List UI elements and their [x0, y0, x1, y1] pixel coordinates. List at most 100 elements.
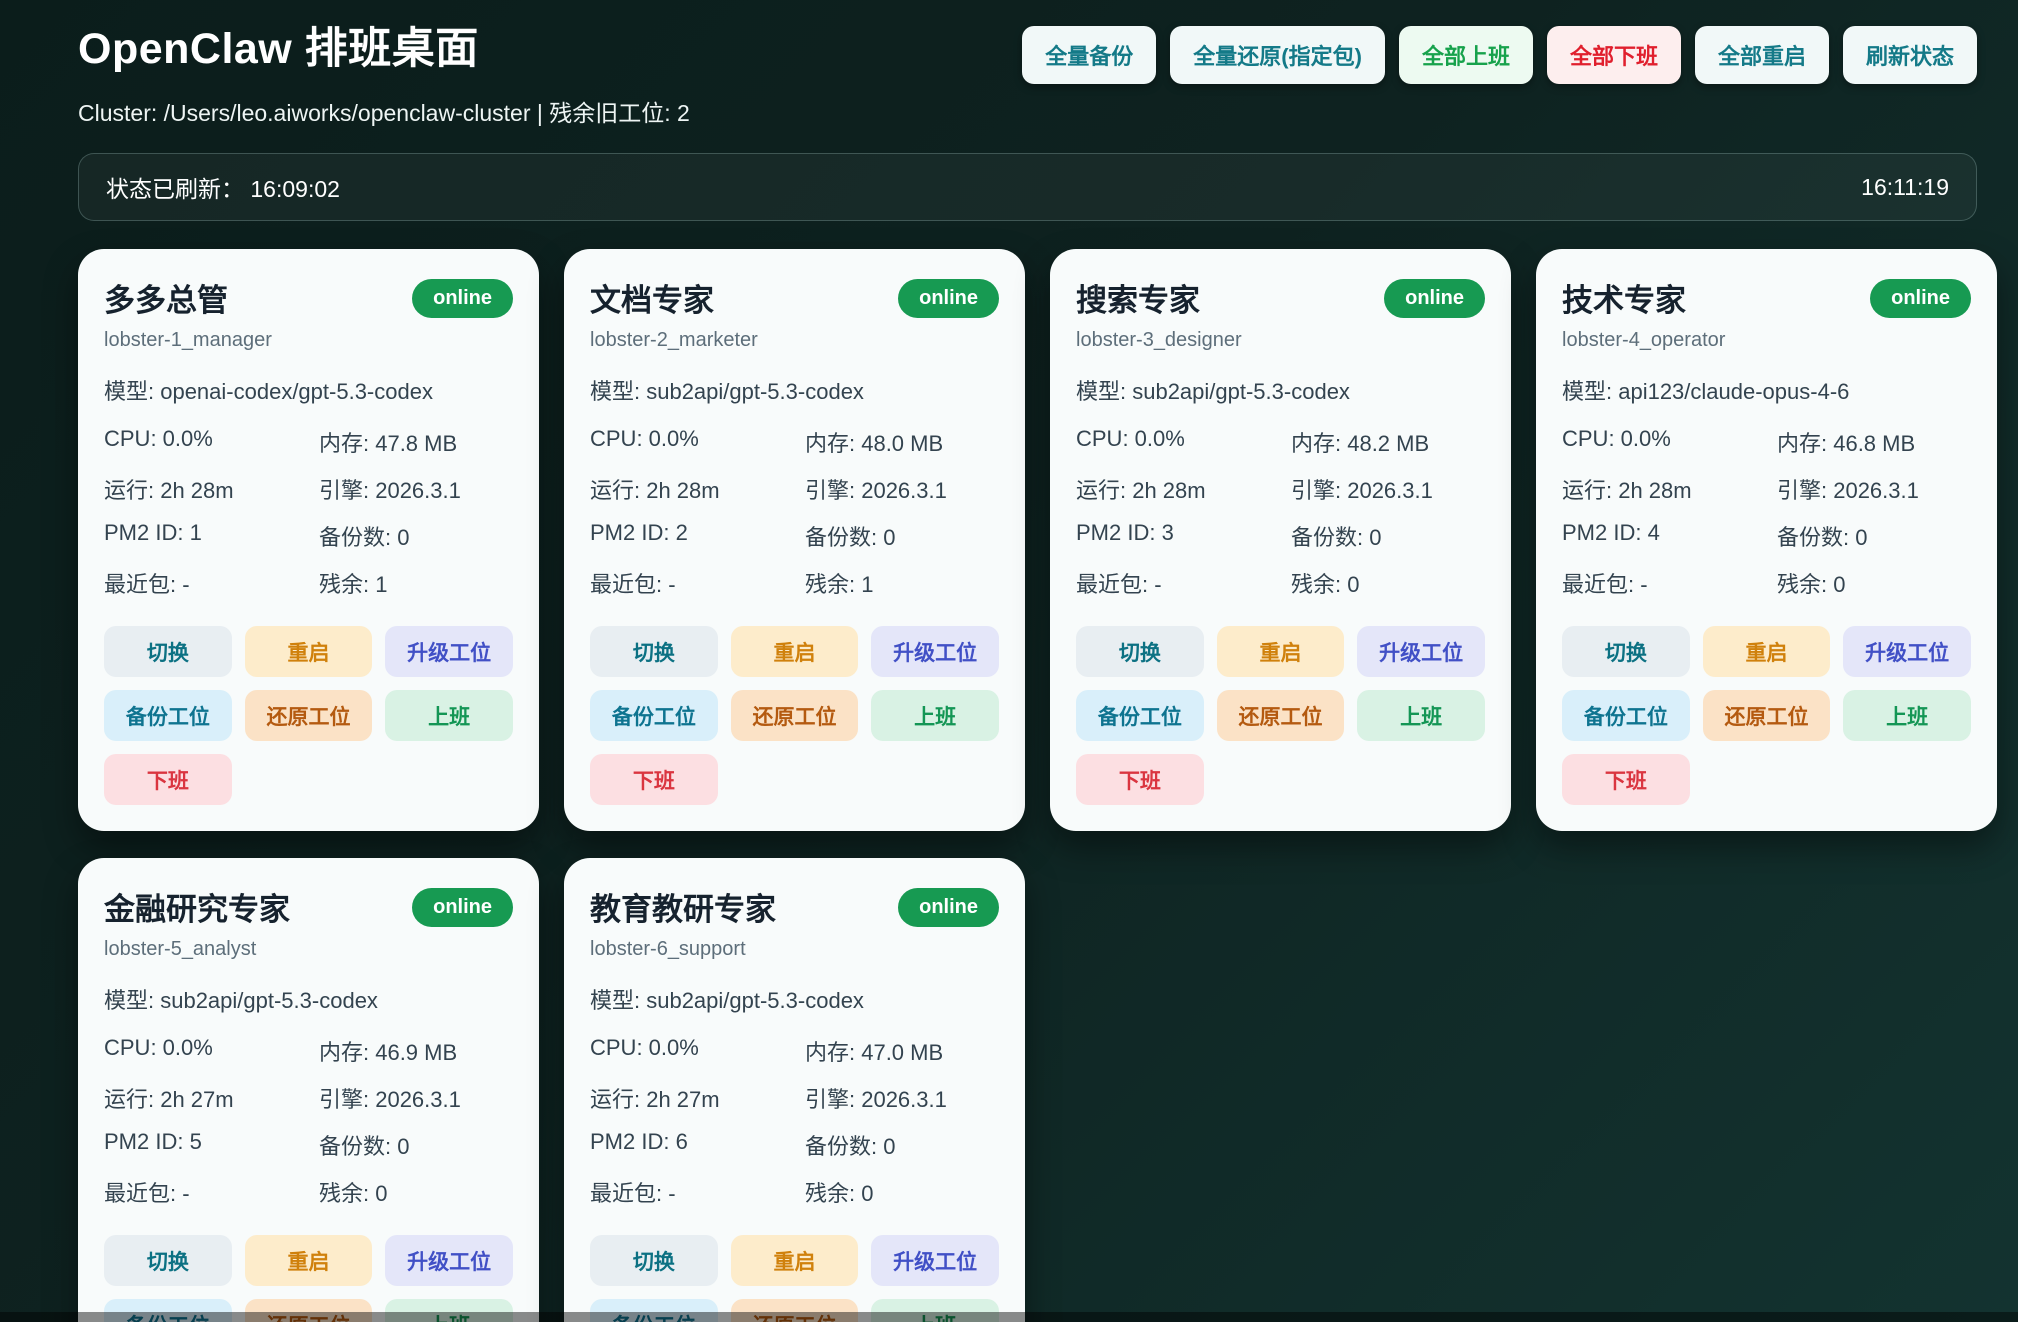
switch-button[interactable]: 切换 [1076, 626, 1204, 677]
switch-button[interactable]: 切换 [590, 626, 718, 677]
status-badge: online [898, 888, 999, 927]
stat-uptime: 运行: 2h 27m [104, 1082, 319, 1114]
stat-engine: 引擎: 2026.3.1 [319, 473, 513, 505]
stat-memory: 内存: 48.2 MB [1291, 426, 1485, 458]
page-header: OpenClaw 排班桌面 Cluster: /Users/leo.aiwork… [0, 0, 2018, 128]
stat-engine: 引擎: 2026.3.1 [1291, 473, 1485, 505]
stat-latest-package: 最近包: - [590, 567, 805, 599]
agent-stats: CPU: 0.0% 内存: 48.0 MB 运行: 2h 28m 引擎: 202… [590, 426, 999, 599]
switch-button[interactable]: 切换 [104, 626, 232, 677]
stat-uptime: 运行: 2h 27m [590, 1082, 805, 1114]
clock-in-button[interactable]: 上班 [1357, 690, 1485, 741]
restart-button[interactable]: 重启 [731, 626, 859, 677]
stat-backup-count: 备份数: 0 [1777, 520, 1971, 552]
stat-backup-count: 备份数: 0 [805, 520, 999, 552]
agent-card: 多多总管 lobster-1_manager online 模型: openai… [78, 249, 539, 831]
switch-button[interactable]: 切换 [1562, 626, 1690, 677]
restore-workstation-button[interactable]: 还原工位 [245, 690, 373, 741]
stat-memory: 内存: 46.8 MB [1777, 426, 1971, 458]
upgrade-workstation-button[interactable]: 升级工位 [385, 1235, 513, 1286]
clock-off-button[interactable]: 下班 [1076, 754, 1204, 805]
stat-uptime: 运行: 2h 28m [104, 473, 319, 505]
restore-workstation-button[interactable]: 还原工位 [1217, 690, 1345, 741]
page-title: OpenClaw 排班桌面 [78, 14, 690, 76]
restart-button[interactable]: 重启 [1703, 626, 1831, 677]
refresh-status-button[interactable]: 刷新状态 [1843, 26, 1977, 84]
agent-process-id: lobster-3_designer [1076, 329, 1242, 352]
clock-off-button[interactable]: 下班 [590, 754, 718, 805]
agent-card: 搜索专家 lobster-3_designer online 模型: sub2a… [1050, 249, 1511, 831]
stat-engine: 引擎: 2026.3.1 [805, 473, 999, 505]
upgrade-workstation-button[interactable]: 升级工位 [871, 1235, 999, 1286]
status-refreshed-text: 状态已刷新： 16:09:02 [106, 170, 340, 204]
switch-button[interactable]: 切换 [590, 1235, 718, 1286]
agent-process-id: lobster-2_marketer [590, 329, 758, 352]
agent-actions: 切换 重启 升级工位 备份工位 还原工位 上班 下班 [1076, 626, 1485, 805]
stat-backup-count: 备份数: 0 [805, 1129, 999, 1161]
status-clock: 16:11:19 [1861, 174, 1949, 201]
stat-engine: 引擎: 2026.3.1 [805, 1082, 999, 1114]
stat-cpu: CPU: 0.0% [590, 1035, 805, 1067]
all-clock-in-button[interactable]: 全部上班 [1399, 26, 1533, 84]
switch-button[interactable]: 切换 [104, 1235, 232, 1286]
restore-workstation-button[interactable]: 还原工位 [1703, 690, 1831, 741]
stat-cpu: CPU: 0.0% [1076, 426, 1291, 458]
upgrade-workstation-button[interactable]: 升级工位 [385, 626, 513, 677]
restart-button[interactable]: 重启 [245, 626, 373, 677]
full-restore-button[interactable]: 全量还原(指定包) [1170, 26, 1385, 84]
stat-backup-count: 备份数: 0 [1291, 520, 1485, 552]
restore-workstation-button[interactable]: 还原工位 [731, 690, 859, 741]
restart-button[interactable]: 重启 [245, 1235, 373, 1286]
agent-card: 教育教研专家 lobster-6_support online 模型: sub2… [564, 858, 1025, 1322]
agent-model: 模型: sub2api/gpt-5.3-codex [104, 983, 513, 1015]
backup-workstation-button[interactable]: 备份工位 [1076, 690, 1204, 741]
agent-card-titles: 文档专家 lobster-2_marketer [590, 275, 758, 352]
backup-workstation-button[interactable]: 备份工位 [1562, 690, 1690, 741]
agent-card-header: 多多总管 lobster-1_manager online [104, 275, 513, 352]
clock-in-button[interactable]: 上班 [871, 690, 999, 741]
agent-process-id: lobster-6_support [590, 938, 776, 961]
clock-off-button[interactable]: 下班 [1562, 754, 1690, 805]
clock-off-button[interactable]: 下班 [104, 754, 232, 805]
status-badge: online [1384, 279, 1485, 318]
status-badge: online [412, 279, 513, 318]
agent-card-header: 文档专家 lobster-2_marketer online [590, 275, 999, 352]
stat-remaining: 残余: 1 [319, 567, 513, 599]
agent-stats: CPU: 0.0% 内存: 46.8 MB 运行: 2h 28m 引擎: 202… [1562, 426, 1971, 599]
restart-button[interactable]: 重启 [731, 1235, 859, 1286]
upgrade-workstation-button[interactable]: 升级工位 [871, 626, 999, 677]
stat-pm2-id: PM2 ID: 3 [1076, 520, 1291, 552]
agent-stats: CPU: 0.0% 内存: 47.8 MB 运行: 2h 28m 引擎: 202… [104, 426, 513, 599]
agent-process-id: lobster-4_operator [1562, 329, 1725, 352]
stat-remaining: 残余: 0 [319, 1176, 513, 1208]
cluster-path: Cluster: /Users/leo.aiworks/openclaw-clu… [78, 94, 690, 128]
stat-backup-count: 备份数: 0 [319, 520, 513, 552]
clock-in-button[interactable]: 上班 [385, 690, 513, 741]
upgrade-workstation-button[interactable]: 升级工位 [1357, 626, 1485, 677]
stat-pm2-id: PM2 ID: 5 [104, 1129, 319, 1161]
stat-pm2-id: PM2 ID: 6 [590, 1129, 805, 1161]
upgrade-workstation-button[interactable]: 升级工位 [1843, 626, 1971, 677]
header-title-block: OpenClaw 排班桌面 Cluster: /Users/leo.aiwork… [78, 14, 690, 128]
agent-card-header: 搜索专家 lobster-3_designer online [1076, 275, 1485, 352]
clock-in-button[interactable]: 上班 [1843, 690, 1971, 741]
agent-card-titles: 金融研究专家 lobster-5_analyst [104, 884, 290, 961]
stat-cpu: CPU: 0.0% [1562, 426, 1777, 458]
agent-actions: 切换 重启 升级工位 备份工位 还原工位 上班 下班 [104, 1235, 513, 1322]
agent-actions: 切换 重启 升级工位 备份工位 还原工位 上班 下班 [590, 1235, 999, 1322]
all-clock-off-button[interactable]: 全部下班 [1547, 26, 1681, 84]
agent-model: 模型: sub2api/gpt-5.3-codex [590, 983, 999, 1015]
stat-uptime: 运行: 2h 28m [1562, 473, 1777, 505]
all-restart-button[interactable]: 全部重启 [1695, 26, 1829, 84]
status-badge: online [898, 279, 999, 318]
stat-remaining: 残余: 1 [805, 567, 999, 599]
agent-model: 模型: sub2api/gpt-5.3-codex [1076, 374, 1485, 406]
restart-button[interactable]: 重启 [1217, 626, 1345, 677]
stat-latest-package: 最近包: - [104, 1176, 319, 1208]
agent-name: 技术专家 [1562, 275, 1725, 320]
backup-workstation-button[interactable]: 备份工位 [590, 690, 718, 741]
full-backup-button[interactable]: 全量备份 [1022, 26, 1156, 84]
backup-workstation-button[interactable]: 备份工位 [104, 690, 232, 741]
stat-cpu: CPU: 0.0% [104, 1035, 319, 1067]
agent-name: 教育教研专家 [590, 884, 776, 929]
